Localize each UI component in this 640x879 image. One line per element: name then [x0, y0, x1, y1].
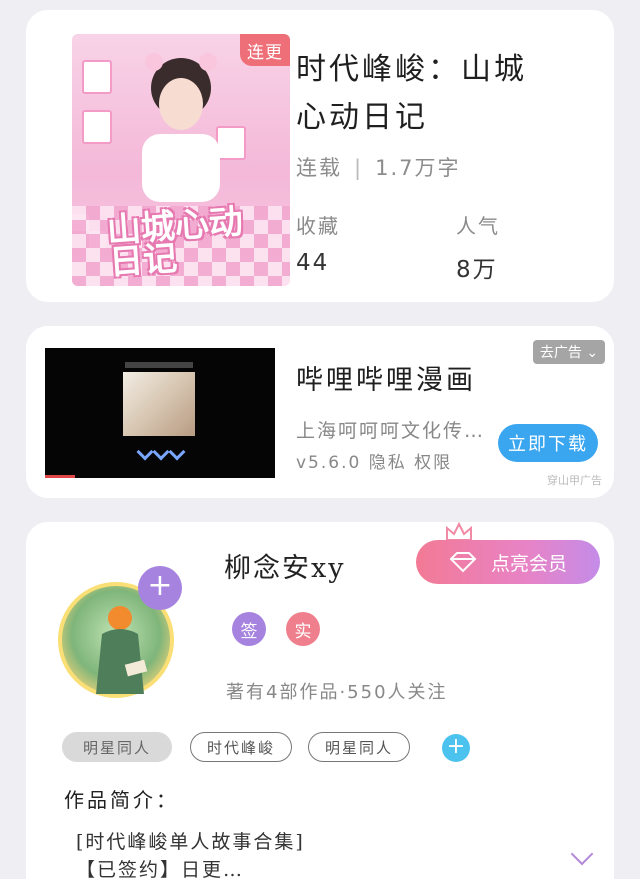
chevron-down-icon	[168, 443, 186, 461]
ad-card[interactable]: 去广告 ⌄ 哔哩哔哩漫画 上海呵呵呵文化传… v5.6.0 隐私 权限 立即下载…	[26, 326, 614, 498]
ad-poster	[123, 372, 195, 436]
ad-source: 穿山甲广告	[547, 474, 602, 487]
book-title[interactable]: 时代峰峻：山城 心动日记	[296, 46, 596, 142]
vip-label: 点亮会员	[490, 552, 567, 575]
vip-button[interactable]: 点亮会员	[416, 540, 600, 584]
popularity-label: 人气	[456, 214, 500, 238]
meta-divider: |	[354, 156, 364, 180]
signed-badge[interactable]: 签	[232, 612, 266, 646]
cover-title-art: 山城心动日记	[105, 201, 245, 284]
cover-sticker	[82, 60, 112, 94]
crown-icon	[446, 522, 472, 541]
diamond-icon	[449, 552, 477, 573]
tag-chip[interactable]: 时代峰峻	[190, 732, 292, 762]
book-word-count: 1.7万字	[375, 156, 461, 180]
verified-badge[interactable]: 实	[286, 612, 320, 646]
cover-person-illustration	[142, 53, 220, 202]
chevron-down-icon	[136, 443, 154, 461]
ad-poster-header	[125, 362, 193, 368]
intro-text: [时代峰峻单人故事合集] 【已签约】日更…	[76, 828, 305, 879]
avatar-illustration	[96, 606, 148, 694]
intro-line: [时代峰峻单人故事合集]	[76, 831, 305, 853]
chevron-down-icon	[152, 443, 170, 461]
cover-sticker	[82, 110, 112, 144]
intro-label: 作品简介：	[64, 788, 179, 812]
book-title-line: 时代峰峻：山城	[296, 52, 527, 87]
book-meta: 连载 | 1.7万字	[296, 152, 460, 182]
favorites-value: 44	[296, 250, 330, 276]
add-tag-button[interactable]: +	[442, 734, 470, 762]
author-stats: 著有4部作品·550人关注	[226, 682, 448, 703]
book-status: 连载	[296, 156, 342, 180]
intro-line: 【已签约】日更…	[76, 859, 245, 879]
remove-ad-button[interactable]: 去广告 ⌄	[533, 340, 605, 364]
follow-button[interactable]: +	[138, 566, 182, 610]
ad-image[interactable]	[45, 348, 275, 478]
serial-update-badge: 连更	[240, 34, 290, 66]
author-card: + 柳念安xy 点亮会员 签 实 著有4部作品·550人关注 明星同人 时代峰峻…	[26, 522, 614, 879]
ad-version-line[interactable]: v5.6.0 隐私 权限	[296, 448, 452, 473]
book-title-line: 心动日记	[296, 100, 428, 135]
video-progress-bar	[45, 475, 75, 478]
favorites-label: 收藏	[296, 214, 340, 238]
book-cover-image[interactable]: 山城心动日记 连更	[72, 34, 290, 286]
tag-chip[interactable]: 明星同人	[308, 732, 410, 762]
ad-title[interactable]: 哔哩哔哩漫画	[296, 358, 476, 397]
ad-company: 上海呵呵呵文化传…	[296, 420, 486, 442]
tag-chip[interactable]: 明星同人	[62, 732, 172, 762]
author-name[interactable]: 柳念安xy	[224, 546, 345, 585]
download-button[interactable]: 立即下载	[498, 424, 598, 462]
popularity-value: 8万	[456, 257, 498, 283]
chevron-down-icon[interactable]	[570, 842, 594, 866]
book-card[interactable]: 山城心动日记 连更 时代峰峻：山城 心动日记 连载 | 1.7万字 收藏 44 人气…	[26, 10, 614, 302]
